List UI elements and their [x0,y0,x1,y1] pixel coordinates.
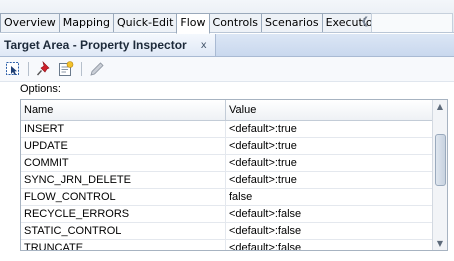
property-inspector-header: Target Area - Property Inspector x [0,34,454,57]
tab-overflow-area [371,13,453,32]
table-row[interactable]: INSERT <default>:true [21,121,432,138]
table-row[interactable]: TRUNCATE <default>:false [21,240,432,250]
table-row[interactable]: RECYCLE_ERRORS <default>:false [21,206,432,223]
select-icon[interactable] [4,60,22,78]
toolbar-separator [81,62,82,76]
pin-icon[interactable] [35,60,53,78]
options-table: Name Value INSERT <default>:true UPDATE … [20,99,448,251]
vertical-scrollbar[interactable]: ▲ ▼ [432,100,447,250]
editor-tab-bar: Overview Mapping Quick-Edit Flow Control… [0,0,454,34]
edit-properties-icon[interactable] [57,60,75,78]
table-row[interactable]: SYNC_JRN_DELETE <default>:true [21,172,432,189]
tab-overview[interactable]: Overview [0,13,60,32]
tab-scenarios[interactable]: Scenarios [261,13,323,32]
option-value[interactable]: <default>:true [226,172,432,188]
property-inspector-tab[interactable]: Target Area - Property Inspector x [0,34,216,56]
scrollbar-thumb[interactable] [435,134,446,186]
option-value[interactable]: false [226,189,432,205]
tabs-strip: Overview Mapping Quick-Edit Flow Control… [0,13,384,34]
table-row[interactable]: FLOW_CONTROL false [21,189,432,206]
options-label: Options: [20,83,61,95]
option-value[interactable]: <default>:true [226,121,432,137]
option-name: INSERT [21,121,226,137]
close-icon[interactable]: x [201,40,207,51]
table-body: INSERT <default>:true UPDATE <default>:t… [21,121,432,250]
tab-controls[interactable]: Controls [208,13,263,32]
pencil-icon[interactable] [88,60,106,78]
inspector-toolbar [0,57,454,82]
option-name: RECYCLE_ERRORS [21,206,226,222]
option-value[interactable]: <default>:false [226,240,432,250]
tab-scroll-left-icon[interactable]: ❮ [359,14,371,30]
option-name: UPDATE [21,138,226,154]
tab-flow[interactable]: Flow [176,13,210,34]
tab-mapping[interactable]: Mapping [58,13,115,32]
option-value[interactable]: <default>:false [226,223,432,239]
option-value[interactable]: <default>:false [226,206,432,222]
option-name: FLOW_CONTROL [21,189,226,205]
option-name: STATIC_CONTROL [21,223,226,239]
option-value[interactable]: <default>:true [226,138,432,154]
table-header: Name Value [21,100,432,121]
scroll-up-icon[interactable]: ▲ [433,100,447,113]
scroll-down-icon[interactable]: ▼ [433,237,447,250]
table-row[interactable]: COMMIT <default>:true [21,155,432,172]
option-name: SYNC_JRN_DELETE [21,172,226,188]
table-row[interactable]: UPDATE <default>:true [21,138,432,155]
column-header-name[interactable]: Name [21,100,226,120]
column-header-value[interactable]: Value [226,100,432,120]
toolbar-separator [28,62,29,76]
table-row[interactable]: STATIC_CONTROL <default>:false [21,223,432,240]
option-value[interactable]: <default>:true [226,155,432,171]
panel-title: Target Area - Property Inspector [4,38,187,52]
tab-quick-edit[interactable]: Quick-Edit [113,13,178,32]
option-name: COMMIT [21,155,226,171]
option-name: TRUNCATE [21,240,226,250]
